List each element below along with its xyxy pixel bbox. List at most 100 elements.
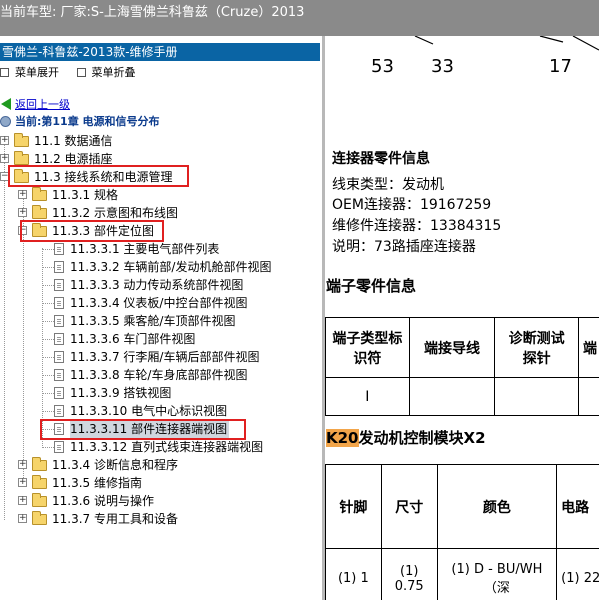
collapse-menu-button[interactable]: 菜单折叠: [76, 65, 136, 81]
expand-icon: [0, 67, 9, 77]
oem-connector: OEM连接器：19167259: [332, 197, 492, 213]
tree-item-label: 11.3.3.5 乘客舱/车顶部件视图: [70, 314, 236, 328]
expand-toggle-icon[interactable]: +: [18, 514, 27, 523]
folder-icon: [32, 511, 47, 525]
connector-info-title: 连接器零件信息: [332, 151, 430, 167]
diagram-line: [572, 36, 599, 51]
harness-type: 线束类型：发动机: [332, 177, 444, 193]
tree-item-11-1[interactable]: + 11.1 数据通信: [0, 132, 322, 150]
diagram-line: [414, 36, 434, 45]
folder-icon: [32, 493, 47, 507]
expand-label: 菜单展开: [15, 66, 59, 79]
document-icon: [54, 441, 64, 453]
back-row: 返回上一级: [0, 97, 70, 113]
expand-toggle-icon[interactable]: +: [18, 460, 27, 469]
tree-item-label: 11.1 数据通信: [34, 134, 113, 148]
expand-toggle-icon[interactable]: +: [0, 154, 9, 163]
tree-doc-11-3-3-9[interactable]: 11.3.3.9 搭铁视图: [0, 384, 322, 402]
document-icon: [54, 261, 64, 273]
window-title-bar: 当前车型: 厂家:S-上海雪佛兰科鲁兹（Cruze）2013: [0, 0, 599, 36]
tree-item-label: 11.3.3.3 动力传动系统部件视图: [70, 278, 244, 292]
folder-icon: [32, 457, 47, 471]
table-header: 端: [578, 317, 599, 378]
highlight-box: [40, 419, 246, 440]
terminal-table: 端子类型标识符 端接导线 诊断测试探针 端 I: [325, 317, 599, 416]
table-header-row: 针脚 尺寸 颜色 电路: [325, 464, 599, 549]
tree-item-11-3-5[interactable]: + 11.3.5 维修指南: [0, 474, 322, 492]
table-header: 诊断测试探针: [494, 317, 580, 378]
document-icon: [54, 297, 64, 309]
document-icon: [54, 279, 64, 291]
tree-item-11-3-7[interactable]: + 11.3.7 专用工具和设备: [0, 510, 322, 528]
table-header: 颜色: [436, 464, 558, 549]
tree-item-label: 11.3.5 维修指南: [52, 476, 142, 490]
table-header: 端接导线: [408, 317, 496, 378]
chapter-icon: [0, 115, 11, 127]
expand-menu-button[interactable]: 菜单展开: [0, 65, 59, 81]
table-cell: (1) 1: [325, 548, 382, 600]
tree-toolbar: 菜单展开 菜单折叠: [0, 65, 150, 83]
table-cell: (1) 0.75: [380, 548, 438, 600]
document-icon: [54, 387, 64, 399]
tree-item-label: 11.3.3.12 直列式线束连接器端视图: [70, 440, 264, 454]
window-title: 当前车型: 厂家:S-上海雪佛兰科鲁兹（Cruze）2013: [0, 5, 305, 20]
module-name: 发动机控制模块X2: [358, 429, 486, 447]
tree-guide: [42, 393, 54, 394]
expand-toggle-icon[interactable]: +: [18, 190, 27, 199]
expand-toggle-icon[interactable]: +: [18, 208, 27, 217]
tree-guide: [42, 249, 54, 250]
tree-item-label: 11.3.6 说明与操作: [52, 494, 154, 508]
document-icon: [54, 351, 64, 363]
tree-doc-11-3-3-10[interactable]: 11.3.3.10 电气中心标识视图: [0, 402, 322, 420]
navigation-pane: 雪佛兰-科鲁兹-2013款-维修手册 菜单展开 菜单折叠 返回上一级 当前:第1…: [0, 36, 322, 600]
connector-description: 说明：73路插座连接器: [332, 239, 476, 255]
table-cell: (1) 229: [556, 548, 599, 600]
document-icon: [54, 333, 64, 345]
table-header-row: 端子类型标识符 端接导线 诊断测试探针 端: [325, 317, 599, 378]
tree-doc-11-3-3-7[interactable]: 11.3.3.7 行李厢/车辆后部部件视图: [0, 348, 322, 366]
expand-toggle-icon[interactable]: +: [18, 496, 27, 505]
tree-doc-11-3-3-12[interactable]: 11.3.3.12 直列式线束连接器端视图: [0, 438, 322, 456]
tree-item-11-3-6[interactable]: + 11.3.6 说明与操作: [0, 492, 322, 510]
tree-doc-11-3-3-4[interactable]: 11.3.3.4 仪表板/中控台部件视图: [0, 294, 322, 312]
table-cell: [408, 377, 496, 416]
document-icon: [54, 369, 64, 381]
folder-icon: [32, 475, 47, 489]
table-cell: [494, 377, 580, 416]
tree-doc-11-3-3-3[interactable]: 11.3.3.3 动力传动系统部件视图: [0, 276, 322, 294]
diagram-line: [539, 36, 564, 43]
collapse-icon: [76, 67, 86, 77]
tree-item-11-3-4[interactable]: + 11.3.4 诊断信息和程序: [0, 456, 322, 474]
table-header: 尺寸: [380, 464, 438, 549]
tree-guide: [42, 303, 54, 304]
table-header: 针脚: [325, 464, 382, 549]
tree-item-11-3-1[interactable]: + 11.3.1 规格: [0, 186, 322, 204]
tree-doc-11-3-3-5[interactable]: 11.3.3.5 乘客舱/车顶部件视图: [0, 312, 322, 330]
tree-doc-11-3-3-8[interactable]: 11.3.3.8 车轮/车身底部部件视图: [0, 366, 322, 384]
folder-icon: [14, 151, 29, 165]
tree-doc-11-3-3-2[interactable]: 11.3.3.2 车辆前部/发动机舱部件视图: [0, 258, 322, 276]
table-cell: I: [325, 377, 410, 416]
tree-item-label: 11.3.3.9 搭铁视图: [70, 386, 172, 400]
tree-item-label: 11.3.3.2 车辆前部/发动机舱部件视图: [70, 260, 272, 274]
document-icon: [54, 315, 64, 327]
pin-number: 17: [549, 56, 572, 77]
tree-guide: [42, 375, 54, 376]
folder-icon: [32, 187, 47, 201]
tree-item-label: 11.3.3.6 车门部件视图: [70, 332, 196, 346]
table-row: I: [325, 377, 599, 416]
document-icon: [54, 243, 64, 255]
content-pane: 53 33 17 连接器零件信息 线束类型：发动机 OEM连接器：1916725…: [325, 36, 599, 600]
collapse-label: 菜单折叠: [91, 66, 136, 79]
tree-item-label: 11.3.3.4 仪表板/中控台部件视图: [70, 296, 248, 310]
service-connector: 维修件连接器：13384315: [332, 218, 502, 234]
expand-toggle-icon[interactable]: +: [0, 136, 9, 145]
tree-doc-11-3-3-1[interactable]: 11.3.3.1 主要电气部件列表: [0, 240, 322, 258]
expand-toggle-icon[interactable]: +: [18, 478, 27, 487]
tree-guide: [42, 285, 54, 286]
folder-icon: [14, 133, 29, 147]
tree-item-label: 11.3.3.7 行李厢/车辆后部部件视图: [70, 350, 260, 364]
back-link[interactable]: 返回上一级: [15, 98, 70, 111]
pin-number: 53: [371, 56, 394, 77]
tree-doc-11-3-3-6[interactable]: 11.3.3.6 车门部件视图: [0, 330, 322, 348]
